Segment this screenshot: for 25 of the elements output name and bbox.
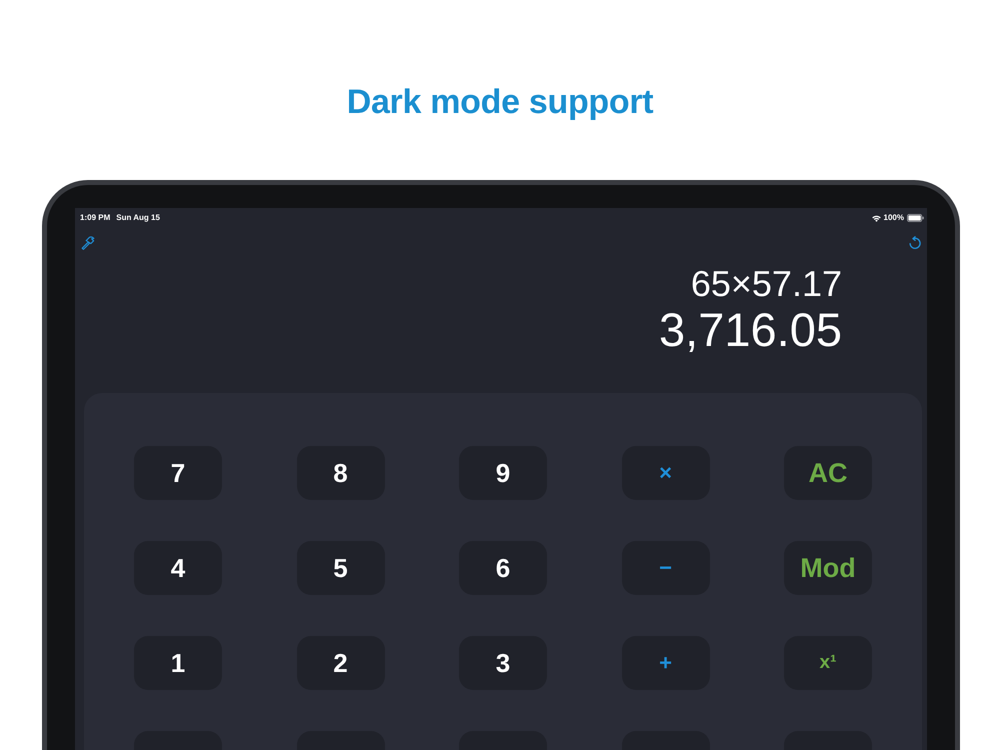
digit-key[interactable]: 6: [459, 541, 547, 595]
operator-key[interactable]: ×: [622, 446, 710, 500]
digit-key[interactable]: 3: [459, 636, 547, 690]
status-time: 1:09 PM: [80, 213, 110, 223]
function-key[interactable]: x¹: [784, 636, 872, 690]
operator-key[interactable]: +: [622, 636, 710, 690]
digit-key[interactable]: 4: [134, 541, 222, 595]
function-key[interactable]: Mod: [784, 541, 872, 595]
operator-key[interactable]: −: [622, 541, 710, 595]
digit-key[interactable]: 1: [134, 636, 222, 690]
wifi-icon: [872, 214, 881, 222]
status-date: Sun Aug 15: [116, 213, 160, 223]
headline: Dark mode support: [346, 82, 654, 123]
battery-icon: [907, 214, 924, 222]
expression-text: 65×57.17: [690, 264, 842, 304]
digit-key[interactable]: 8: [296, 446, 384, 500]
digit-key[interactable]: 9: [459, 446, 547, 500]
hammer-icon[interactable]: [81, 236, 95, 250]
digit-key[interactable]: 5: [296, 541, 384, 595]
function-key[interactable]: AC: [784, 446, 872, 500]
circular-arrow-icon[interactable]: [908, 236, 922, 250]
battery-percent: 100%: [884, 213, 904, 223]
digit-key[interactable]: 2: [296, 636, 384, 690]
result-text: 3,716.05: [659, 304, 842, 356]
digit-key[interactable]: 7: [134, 446, 222, 500]
